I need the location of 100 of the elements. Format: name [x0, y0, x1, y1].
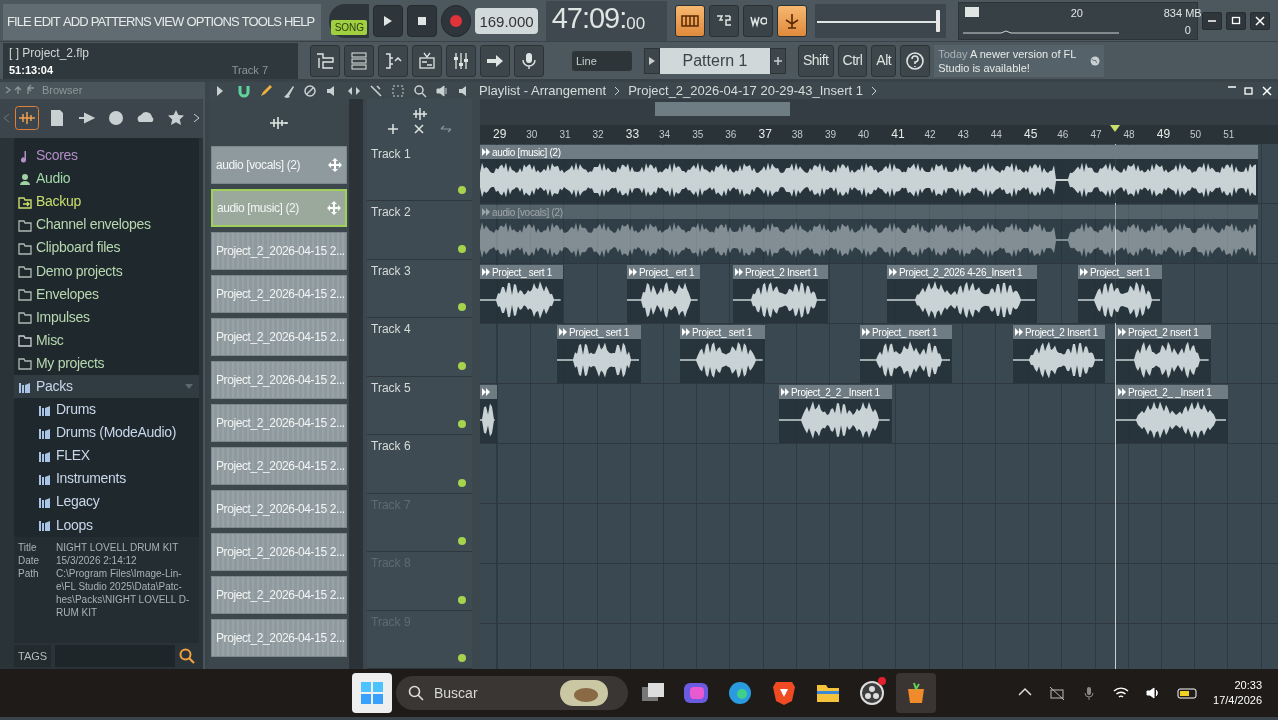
track-header[interactable]: Track 3 — [367, 259, 472, 319]
snap-dropdown[interactable]: Line — [572, 50, 632, 71]
track-led[interactable] — [458, 595, 466, 604]
browser-item[interactable]: Loops — [14, 513, 199, 537]
picker-item[interactable]: Project_2_2026-04-15 2... — [211, 404, 347, 442]
minimize-icon[interactable] — [1228, 85, 1236, 88]
toggle-button[interactable] — [709, 4, 740, 37]
track-led[interactable] — [458, 303, 466, 312]
picker-item[interactable]: Project_2_2026-04-15 2... — [211, 447, 347, 485]
waveform-icon[interactable] — [14, 106, 39, 131]
picker-item[interactable]: Project_2_2026-04-15 2... — [211, 275, 347, 313]
modifier-button[interactable]: Ctrl — [837, 44, 868, 77]
toggle-button[interactable] — [743, 4, 774, 37]
browser-button[interactable] — [310, 44, 340, 77]
audio-clip[interactable]: audio [vocals] (2) — [480, 205, 1258, 263]
chevron-icon[interactable] — [871, 85, 878, 96]
browser-item[interactable]: Audio — [14, 167, 199, 191]
restore-button[interactable] — [1226, 11, 1246, 30]
stop-button[interactable] — [407, 4, 438, 37]
audio-clip[interactable]: Project_ sert 1 — [680, 325, 765, 383]
search-icon[interactable] — [179, 648, 196, 664]
pattern-selector[interactable]: Pattern 1 — [660, 47, 770, 74]
browser-item[interactable]: Misc — [14, 328, 199, 352]
picker-item[interactable]: Project_2_2026-04-15 2... — [211, 490, 347, 528]
audio-clip[interactable]: Project_2 nsert 1 — [1116, 325, 1211, 383]
track-led[interactable] — [458, 186, 466, 195]
clock[interactable]: 20:33 17/4/2026 — [1213, 678, 1262, 708]
menu-item[interactable]: PATTERNS — [90, 12, 151, 32]
browser-item[interactable]: Drums (ModeAudio) — [14, 421, 199, 445]
search-field[interactable]: Buscar — [432, 681, 552, 705]
picker-item[interactable]: audio [music] (2) — [211, 189, 347, 227]
track-header[interactable]: Track 2 — [367, 201, 472, 260]
modifier-button[interactable]: Shift — [798, 44, 834, 77]
battery-icon[interactable] — [1177, 685, 1198, 701]
picker-item[interactable]: Project_2_2026-04-15 2... — [211, 576, 347, 614]
track-led[interactable] — [458, 653, 466, 662]
browser-item[interactable]: Clipboard files — [14, 236, 199, 260]
toggle-button[interactable] — [777, 4, 808, 37]
minimize-button[interactable] — [1202, 11, 1222, 30]
picker-item[interactable]: Project_2_2026-04-15 2... — [211, 232, 347, 270]
audio-clip[interactable]: Project_ nsert 1 — [860, 325, 952, 383]
track-header[interactable]: Track 6 — [367, 435, 472, 494]
browser-item[interactable]: Impulses — [14, 305, 199, 329]
track-header[interactable]: Track 4 — [367, 318, 472, 377]
menu-item[interactable]: OPTIONS — [186, 12, 239, 32]
audio-clip[interactable]: Project_ sert 1 — [480, 265, 563, 323]
scrollbar[interactable] — [349, 99, 363, 669]
plus-icon[interactable] — [387, 123, 398, 134]
track-led[interactable] — [458, 478, 466, 487]
browser-item[interactable]: Envelopes — [14, 282, 199, 306]
playlist-button[interactable] — [412, 44, 442, 77]
master-slider[interactable] — [815, 3, 946, 38]
browser-item[interactable]: My projects — [14, 351, 199, 375]
picker-item[interactable]: Project_2_2026-04-15 2... — [211, 533, 347, 571]
browser-item[interactable]: Instruments — [14, 467, 199, 491]
song-mode-button[interactable]: SONG — [329, 3, 370, 38]
select-icon[interactable] — [391, 83, 405, 98]
menu-item[interactable]: FILE — [7, 12, 31, 32]
audio-clip[interactable]: Project_2_2 _Insert 1 — [779, 385, 892, 443]
pencil-icon[interactable] — [259, 83, 273, 98]
no-entry-icon[interactable] — [303, 83, 317, 98]
track-led[interactable] — [458, 244, 466, 253]
magnet-icon[interactable] — [237, 83, 251, 98]
close-button[interactable] — [1250, 11, 1270, 30]
overview-scrollbar[interactable] — [480, 99, 1278, 125]
picker-item[interactable]: Project_2_2026-04-15 2... — [211, 361, 347, 399]
browser-item[interactable]: Legacy — [14, 490, 199, 514]
piano-roll-button[interactable] — [378, 44, 408, 77]
audio-clip[interactable]: Project_2 Insert 1 — [733, 265, 828, 323]
track-led[interactable] — [458, 537, 466, 546]
track-led[interactable] — [458, 361, 466, 370]
restore-icon[interactable] — [1244, 85, 1254, 96]
arrow-right-icon[interactable] — [193, 114, 199, 123]
browser-item[interactable]: Backup — [14, 190, 199, 214]
menu-item[interactable]: ADD — [62, 12, 88, 32]
menu-item[interactable]: TOOLS — [241, 12, 282, 32]
resize-icon[interactable] — [439, 123, 452, 134]
audio-clip[interactable]: Project_2_ _Insert 1 — [1116, 385, 1228, 443]
play-button[interactable] — [373, 4, 404, 37]
browser-item[interactable]: FLEX — [14, 444, 199, 468]
camera-off-icon[interactable] — [1049, 685, 1066, 701]
microphone-button[interactable] — [514, 44, 544, 77]
audio-clip[interactable]: Project_ ert 1 — [627, 265, 700, 323]
hint-button[interactable] — [900, 44, 931, 77]
slider-thumb[interactable] — [936, 9, 941, 32]
mixer-button[interactable] — [446, 44, 476, 77]
close-icon[interactable] — [413, 123, 424, 134]
toggle-button[interactable] — [675, 4, 706, 37]
audio-clip[interactable]: Project_ sert 1 — [557, 325, 641, 383]
start-button[interactable] — [352, 673, 392, 713]
picker-item[interactable]: Project_2_2026-04-15 2... — [211, 318, 347, 356]
audio-clip[interactable]: Project_ sert 1 — [1078, 265, 1162, 323]
track-header[interactable]: Track 5 — [367, 376, 472, 436]
audio-clip[interactable]: Project_2 Insert 1 — [1013, 325, 1105, 383]
menu-item[interactable]: EDIT — [33, 12, 60, 32]
timeline-ruler[interactable]: 29 30 31 32 33 34 35 36 37 38 39 40 41 42 43 44 45 46 47 48 49 50 51 — [480, 125, 1278, 144]
menu-item[interactable]: VIEW — [153, 12, 184, 32]
audio-clip[interactable] — [480, 385, 497, 443]
arrow-button[interactable] — [480, 44, 510, 77]
browser-item[interactable]: Drums — [14, 398, 199, 422]
